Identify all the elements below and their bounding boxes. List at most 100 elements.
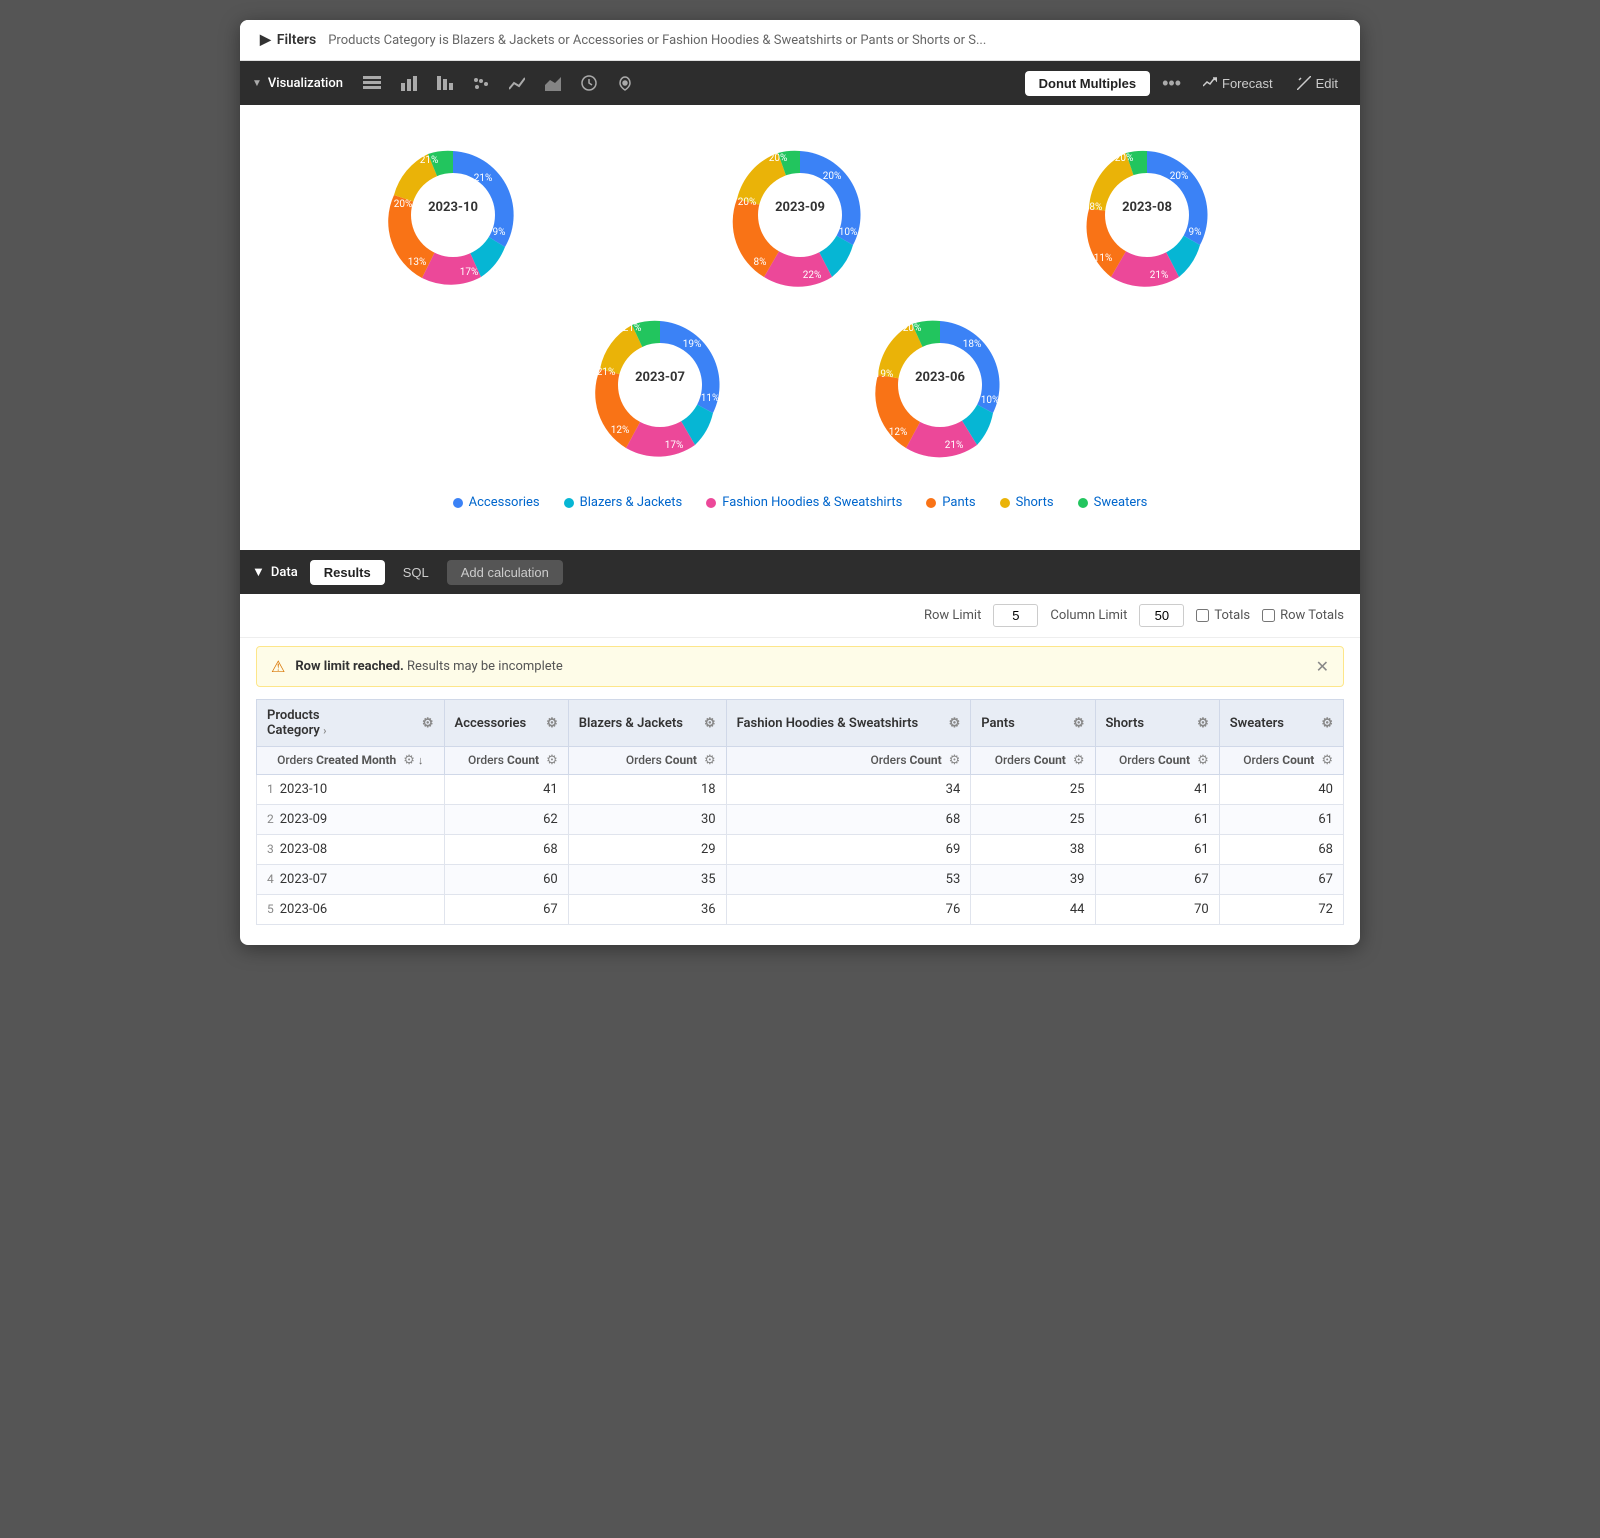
data-arrow-icon: ▼ [252, 564, 265, 580]
svg-text:10%: 10% [981, 395, 1000, 406]
cell-month: 52023-06 [257, 895, 445, 925]
legend-fhs[interactable]: Fashion Hoodies & Sweatshirts [706, 495, 902, 510]
cell-shorts: 70 [1095, 895, 1219, 925]
row-limit-input[interactable] [993, 604, 1038, 627]
cell-bj: 18 [568, 775, 726, 805]
sorted-bar-btn[interactable] [429, 69, 461, 97]
col-fhs: Fashion Hoodies & Sweatshirts ⚙ [726, 700, 971, 747]
cell-acc: 60 [444, 865, 568, 895]
subheader-fhs-count: Orders Count ⚙ [726, 747, 971, 775]
subheader-month-settings[interactable]: ⚙ [403, 753, 415, 768]
col-settings-acc[interactable]: ⚙ [546, 716, 558, 731]
donut-area: 2023-10 21% 9% 17% 13% 20% 21% [240, 105, 1360, 550]
cell-sweaters: 67 [1219, 865, 1343, 895]
warning-icon: ⚠ [271, 657, 285, 676]
cell-acc: 41 [444, 775, 568, 805]
map-btn[interactable] [609, 69, 641, 97]
cell-shorts: 61 [1095, 835, 1219, 865]
table-view-btn[interactable] [355, 70, 389, 96]
results-tab[interactable]: Results [310, 560, 385, 585]
legend-shorts[interactable]: Shorts [1000, 495, 1054, 510]
svg-text:2023-09: 2023-09 [775, 200, 825, 215]
svg-text:11%: 11% [701, 393, 720, 404]
col-settings-shorts[interactable]: ⚙ [1197, 716, 1209, 731]
visualization-toolbar: ▼ Visualization Donut Multiples ••• [240, 61, 1360, 105]
donut-2023-09: 2023-09 20% 10% 22% 8% 20% 20% [720, 135, 880, 295]
row-totals-checkbox-label[interactable]: Row Totals [1262, 608, 1344, 623]
svg-text:21%: 21% [1149, 270, 1168, 281]
legend-blazers[interactable]: Blazers & Jackets [564, 495, 683, 510]
totals-checkbox[interactable] [1196, 609, 1209, 622]
subheader-sweaters-settings[interactable]: ⚙ [1321, 753, 1333, 768]
legend-label-shorts: Shorts [1016, 495, 1054, 510]
svg-text:10%: 10% [839, 227, 858, 238]
svg-text:21%: 21% [623, 323, 642, 334]
add-calculation-btn[interactable]: Add calculation [447, 560, 563, 585]
legend-dot-pants [926, 498, 936, 508]
cell-shorts: 41 [1095, 775, 1219, 805]
filter-label: Filters [277, 32, 316, 48]
sql-tab[interactable]: SQL [389, 560, 443, 585]
sort-icon[interactable]: ↓ [418, 754, 424, 767]
area-btn[interactable] [537, 69, 569, 97]
legend-dot-blazers [564, 498, 574, 508]
col-settings-pants[interactable]: ⚙ [1073, 716, 1085, 731]
svg-text:20%: 20% [394, 199, 413, 210]
subheader-month: Orders Created Month ⚙ ↓ [257, 747, 445, 775]
donut-grid-top: 2023-10 21% 9% 17% 13% 20% 21% [280, 135, 1320, 295]
cell-sweaters: 72 [1219, 895, 1343, 925]
filter-toggle[interactable]: ▶ Filters [260, 32, 316, 48]
cell-shorts: 67 [1095, 865, 1219, 895]
data-toolbar: ▼ Data Results SQL Add calculation [240, 550, 1360, 594]
cell-month: 22023-09 [257, 805, 445, 835]
svg-text:20%: 20% [903, 323, 922, 334]
more-options-btn[interactable]: ••• [1154, 69, 1189, 98]
visualization-label: ▼ Visualization [252, 76, 351, 91]
line-btn[interactable] [501, 69, 533, 97]
cell-fhs: 68 [726, 805, 971, 835]
scatter-btn[interactable] [465, 69, 497, 97]
cell-acc: 62 [444, 805, 568, 835]
col-settings-products[interactable]: ⚙ [422, 716, 434, 731]
svg-text:21%: 21% [420, 155, 439, 166]
svg-text:8%: 8% [754, 257, 767, 268]
cell-month: 12023-10 [257, 775, 445, 805]
col-settings-bj[interactable]: ⚙ [704, 716, 716, 731]
col-settings-sweaters[interactable]: ⚙ [1321, 716, 1333, 731]
forecast-btn[interactable]: Forecast [1193, 71, 1283, 96]
cell-fhs: 34 [726, 775, 971, 805]
cell-bj: 29 [568, 835, 726, 865]
subheader-pants-settings[interactable]: ⚙ [1073, 753, 1085, 768]
col-limit-input[interactable] [1139, 604, 1184, 627]
subheader-acc-settings[interactable]: ⚙ [546, 753, 558, 768]
row-totals-checkbox[interactable] [1262, 609, 1275, 622]
col-settings-fhs[interactable]: ⚙ [949, 716, 961, 731]
subheader-bj-settings[interactable]: ⚙ [704, 753, 716, 768]
legend-accessories[interactable]: Accessories [453, 495, 540, 510]
subheader-shorts-count: Orders Count ⚙ [1095, 747, 1219, 775]
legend-label-accessories: Accessories [469, 495, 540, 510]
svg-text:19%: 19% [875, 369, 894, 380]
subheader-shorts-settings[interactable]: ⚙ [1197, 753, 1209, 768]
table-row: 32023-08 68 29 69 38 61 68 [257, 835, 1344, 865]
edit-btn[interactable]: Edit [1287, 71, 1348, 96]
totals-checkbox-label[interactable]: Totals [1196, 608, 1250, 623]
clock-btn[interactable] [573, 69, 605, 97]
donut-multiples-btn[interactable]: Donut Multiples [1025, 71, 1151, 96]
legend-sweaters[interactable]: Sweaters [1078, 495, 1148, 510]
table-row: 22023-09 62 30 68 25 61 61 [257, 805, 1344, 835]
legend-label-fhs: Fashion Hoodies & Sweatshirts [722, 495, 902, 510]
donut-2023-08: 2023-08 20% 9% 21% 11% 18% 20% [1067, 135, 1227, 295]
bar-chart-btn[interactable] [393, 69, 425, 97]
warning-close-btn[interactable]: ✕ [1316, 657, 1329, 676]
legend-label-pants: Pants [942, 495, 975, 510]
svg-text:2023-08: 2023-08 [1122, 200, 1172, 215]
subheader-fhs-settings[interactable]: ⚙ [949, 753, 961, 768]
cell-fhs: 69 [726, 835, 971, 865]
cell-pants: 38 [971, 835, 1095, 865]
svg-text:13%: 13% [408, 257, 427, 268]
svg-text:9%: 9% [493, 227, 506, 238]
col-sweaters: Sweaters ⚙ [1219, 700, 1343, 747]
legend-pants[interactable]: Pants [926, 495, 975, 510]
svg-text:18%: 18% [1083, 202, 1102, 213]
